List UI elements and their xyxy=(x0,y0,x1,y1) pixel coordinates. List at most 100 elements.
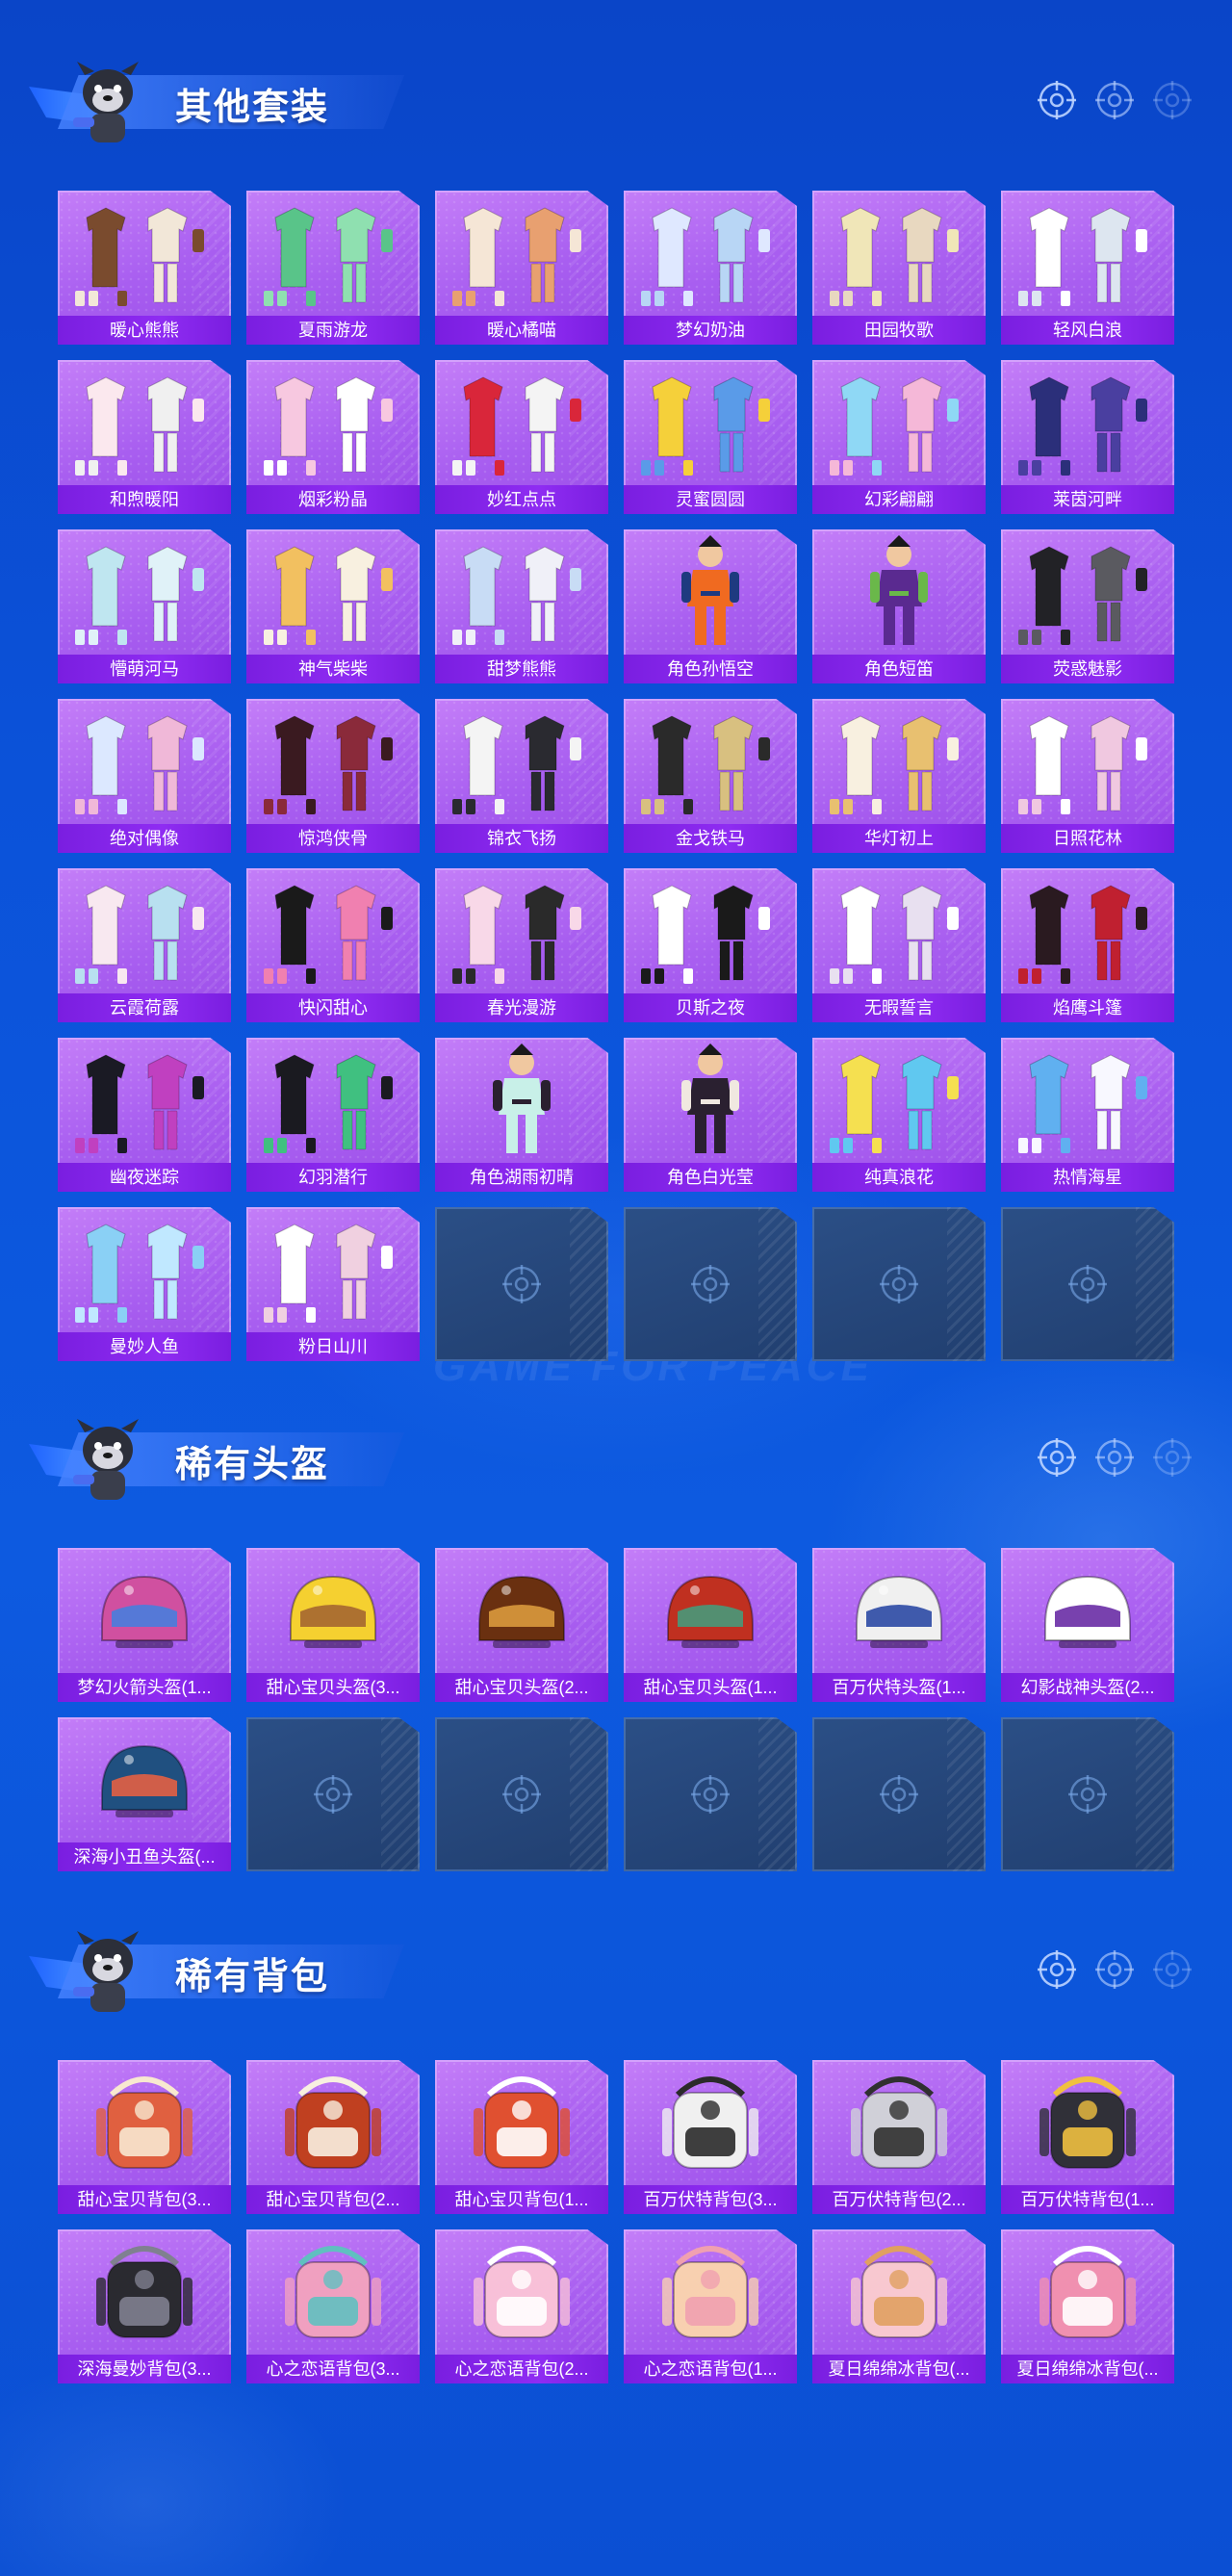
section-title: 稀有背包 xyxy=(175,1957,330,1997)
helmet-card[interactable]: 百万伏特头盔(1... xyxy=(812,1548,986,1702)
backpack-card[interactable]: 夏日绵绵冰背包(... xyxy=(1001,2229,1174,2383)
item-label: 懵萌河马 xyxy=(58,655,231,683)
helmet-card[interactable]: 深海小丑鱼头盔(... xyxy=(58,1717,231,1871)
item-label: 绝对偶像 xyxy=(58,824,231,853)
outfit-card[interactable]: 粉日山川 xyxy=(246,1207,420,1361)
card-stripe xyxy=(947,1207,986,1361)
card-stripe xyxy=(947,1717,986,1871)
outfit-card[interactable]: 灵蜜圆圆 xyxy=(624,360,797,514)
outfit-card[interactable]: 田园牧歌 xyxy=(812,191,986,345)
outfit-card[interactable]: 幻羽潜行 xyxy=(246,1038,420,1192)
item-label: 甜心宝贝头盔(1... xyxy=(624,1673,797,1702)
section-header: 稀有背包 xyxy=(0,1908,1232,2014)
crosshair-icon xyxy=(1093,1436,1136,1483)
item-label: 百万伏特头盔(1... xyxy=(812,1673,986,1702)
section-3: 稀有背包 甜心宝贝背包(3... 甜心宝贝背包(2... 甜心宝贝背包(1...… xyxy=(0,1908,1232,2383)
outfit-card[interactable]: 暖心熊熊 xyxy=(58,191,231,345)
outfit-card[interactable]: 绝对偶像 xyxy=(58,699,231,853)
outfit-card[interactable]: 幻彩翩翩 xyxy=(812,360,986,514)
helmet-card[interactable]: 甜心宝贝头盔(1... xyxy=(624,1548,797,1702)
outfit-card[interactable]: 曼妙人鱼 xyxy=(58,1207,231,1361)
item-label: 快闪甜心 xyxy=(246,993,420,1022)
backpack-card[interactable]: 甜心宝贝背包(3... xyxy=(58,2060,231,2214)
helmet-card[interactable]: 梦幻火箭头盔(1... xyxy=(58,1548,231,1702)
outfit-card[interactable]: 快闪甜心 xyxy=(246,868,420,1022)
card-stripe xyxy=(1136,1717,1174,1871)
backpack-card[interactable]: 心之恋语背包(2... xyxy=(435,2229,608,2383)
crosshair-icon xyxy=(500,1773,543,1816)
item-label: 和煦暖阳 xyxy=(58,485,231,514)
outfit-card[interactable]: 幽夜迷踪 xyxy=(58,1038,231,1192)
backpack-card[interactable]: 甜心宝贝背包(2... xyxy=(246,2060,420,2214)
item-label: 莱茵河畔 xyxy=(1001,485,1174,514)
crosshair-icon xyxy=(1066,1263,1109,1305)
outfit-card[interactable]: 莱茵河畔 xyxy=(1001,360,1174,514)
backpack-card[interactable]: 夏日绵绵冰背包(... xyxy=(812,2229,986,2383)
character-card[interactable]: 角色孙悟空 xyxy=(624,529,797,683)
helmet-card[interactable]: 甜心宝贝头盔(3... xyxy=(246,1548,420,1702)
crosshair-icon xyxy=(1066,1773,1109,1816)
mascot-icon xyxy=(67,1925,148,2018)
item-label: 幻彩翩翩 xyxy=(812,485,986,514)
outfit-card[interactable]: 妙红点点 xyxy=(435,360,608,514)
outfit-card[interactable]: 云霞荷露 xyxy=(58,868,231,1022)
outfit-card[interactable]: 热情海星 xyxy=(1001,1038,1174,1192)
item-label: 百万伏特背包(3... xyxy=(624,2185,797,2214)
item-grid: 暖心熊熊 夏雨游龙 暖心橘喵 梦幻奶油 田园牧歌 轻风白浪 和煦暖阳 烟彩粉晶 … xyxy=(58,191,1174,1361)
outfit-card[interactable]: 梦幻奶油 xyxy=(624,191,797,345)
outfit-card[interactable]: 烟彩粉晶 xyxy=(246,360,420,514)
item-label: 焰鹰斗篷 xyxy=(1001,993,1174,1022)
crosshair-icon xyxy=(500,1263,543,1305)
character-card[interactable]: 角色湖雨初晴 xyxy=(435,1038,608,1192)
item-label: 日照花林 xyxy=(1001,824,1174,853)
outfit-card[interactable]: 日照花林 xyxy=(1001,699,1174,853)
outfit-card[interactable]: 甜梦熊熊 xyxy=(435,529,608,683)
outfit-card[interactable]: 春光漫游 xyxy=(435,868,608,1022)
item-label: 荧惑魅影 xyxy=(1001,655,1174,683)
section-title: 稀有头盔 xyxy=(175,1445,330,1485)
outfit-card[interactable]: 惊鸿侠骨 xyxy=(246,699,420,853)
item-label: 甜心宝贝背包(1... xyxy=(435,2185,608,2214)
item-label: 角色湖雨初晴 xyxy=(435,1163,608,1192)
backpack-card[interactable]: 心之恋语背包(3... xyxy=(246,2229,420,2383)
outfit-card[interactable]: 暖心橘喵 xyxy=(435,191,608,345)
backpack-card[interactable]: 百万伏特背包(1... xyxy=(1001,2060,1174,2214)
outfit-card[interactable]: 懵萌河马 xyxy=(58,529,231,683)
outfit-card[interactable]: 夏雨游龙 xyxy=(246,191,420,345)
outfit-card[interactable]: 华灯初上 xyxy=(812,699,986,853)
character-card[interactable]: 角色短笛 xyxy=(812,529,986,683)
outfit-card[interactable]: 焰鹰斗篷 xyxy=(1001,868,1174,1022)
helmet-card[interactable]: 幻影战神头盔(2... xyxy=(1001,1548,1174,1702)
section-2: 稀有头盔 梦幻火箭头盔(1... 甜心宝贝头盔(3... 甜心宝贝头盔(2...… xyxy=(0,1396,1232,1871)
item-label: 心之恋语背包(2... xyxy=(435,2355,608,2383)
outfit-card[interactable]: 和煦暖阳 xyxy=(58,360,231,514)
outfit-card[interactable]: 轻风白浪 xyxy=(1001,191,1174,345)
empty-slot xyxy=(435,1207,608,1361)
outfit-card[interactable]: 贝斯之夜 xyxy=(624,868,797,1022)
backpack-card[interactable]: 深海曼妙背包(3... xyxy=(58,2229,231,2383)
backpack-card[interactable]: 甜心宝贝背包(1... xyxy=(435,2060,608,2214)
item-label: 华灯初上 xyxy=(812,824,986,853)
item-label: 烟彩粉晶 xyxy=(246,485,420,514)
item-label: 暖心熊熊 xyxy=(58,316,231,345)
item-label: 贝斯之夜 xyxy=(624,993,797,1022)
empty-slot xyxy=(1001,1717,1174,1871)
helmet-card[interactable]: 甜心宝贝头盔(2... xyxy=(435,1548,608,1702)
backpack-card[interactable]: 百万伏特背包(3... xyxy=(624,2060,797,2214)
header-icons xyxy=(1036,79,1194,126)
item-label: 惊鸿侠骨 xyxy=(246,824,420,853)
outfit-card[interactable]: 纯真浪花 xyxy=(812,1038,986,1192)
crosshair-icon xyxy=(1093,1948,1136,1996)
item-label: 无暇誓言 xyxy=(812,993,986,1022)
backpack-card[interactable]: 心之恋语背包(1... xyxy=(624,2229,797,2383)
outfit-card[interactable]: 荧惑魅影 xyxy=(1001,529,1174,683)
outfit-card[interactable]: 无暇誓言 xyxy=(812,868,986,1022)
item-label: 轻风白浪 xyxy=(1001,316,1174,345)
backpack-card[interactable]: 百万伏特背包(2... xyxy=(812,2060,986,2214)
character-card[interactable]: 角色白光莹 xyxy=(624,1038,797,1192)
outfit-card[interactable]: 金戈铁马 xyxy=(624,699,797,853)
item-label: 百万伏特背包(2... xyxy=(812,2185,986,2214)
item-label: 角色短笛 xyxy=(812,655,986,683)
outfit-card[interactable]: 神气柴柴 xyxy=(246,529,420,683)
outfit-card[interactable]: 锦衣飞扬 xyxy=(435,699,608,853)
